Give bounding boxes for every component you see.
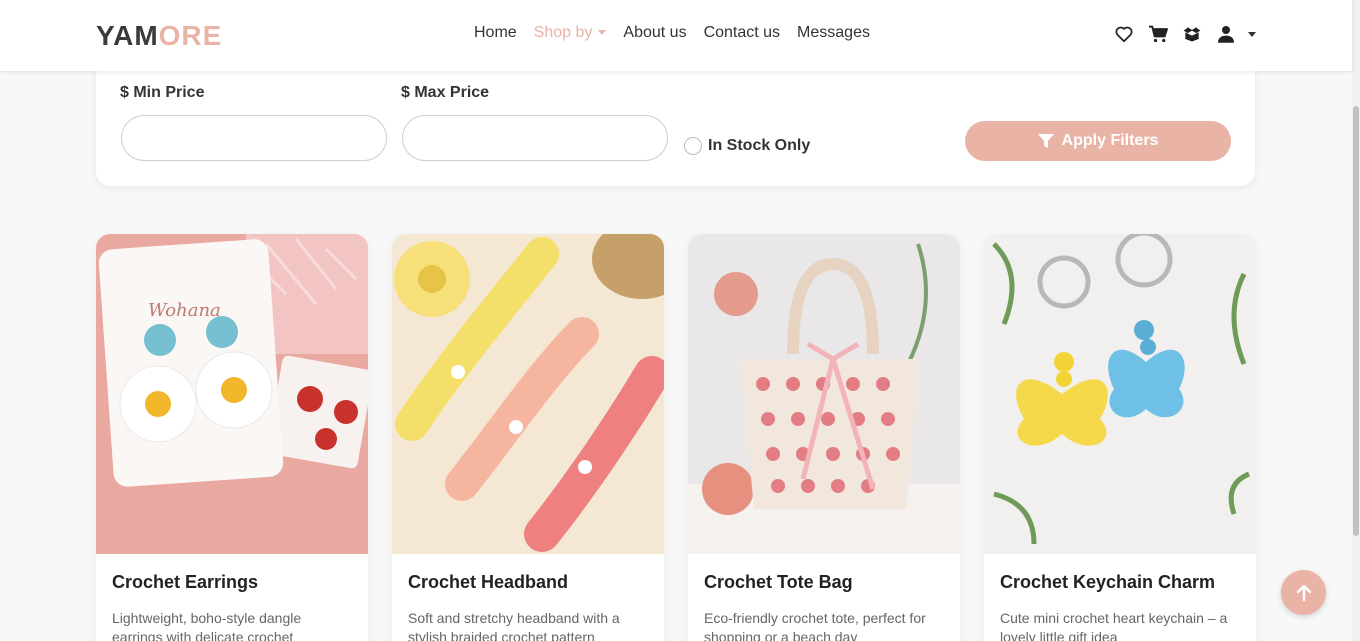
product-image-headband[interactable] — [392, 234, 664, 554]
brand-logo[interactable]: YAMORE — [96, 20, 222, 52]
apply-filters-label: Apply Filters — [1061, 132, 1159, 149]
nav-about[interactable]: About us — [623, 24, 686, 42]
product-title[interactable]: Crochet Headband — [408, 572, 568, 593]
back-to-top-button[interactable] — [1281, 570, 1326, 615]
page-scrollbar[interactable] — [1352, 0, 1360, 641]
product-card[interactable]: Wohana Crochet Earrings Lightweight, boh… — [96, 234, 368, 641]
apply-filters-button[interactable]: Apply Filters — [965, 121, 1231, 161]
navbar: YAMORE Home Shop by About us Contact us … — [0, 0, 1352, 71]
box-icon[interactable] — [1182, 24, 1202, 44]
min-price-input[interactable] — [121, 115, 387, 161]
brand-logo-part1: YAM — [96, 20, 159, 51]
filter-icon — [1037, 134, 1054, 148]
scrollbar-thumb[interactable] — [1353, 106, 1359, 536]
product-image-earrings[interactable]: Wohana — [96, 234, 368, 554]
nav-contact[interactable]: Contact us — [704, 24, 780, 42]
product-description: Soft and stretchy headband with a stylis… — [408, 610, 620, 641]
product-image-tote-bag[interactable] — [688, 234, 960, 554]
product-title[interactable]: Crochet Keychain Charm — [1000, 572, 1215, 593]
nav-messages[interactable]: Messages — [797, 24, 870, 42]
in-stock-label: In Stock Only — [708, 137, 811, 154]
user-menu-caret-icon[interactable] — [1248, 31, 1256, 37]
product-description: Lightweight, boho-style dangle earrings … — [112, 610, 302, 641]
nav-icons — [1114, 24, 1256, 44]
product-card[interactable]: Crochet Tote Bag Eco-friendly crochet to… — [688, 234, 960, 641]
heart-icon[interactable] — [1114, 24, 1134, 44]
max-price-input[interactable] — [402, 115, 668, 161]
max-price-label: $ Max Price — [401, 84, 490, 101]
product-card[interactable]: Crochet Keychain Charm Cute mini crochet… — [984, 234, 1256, 641]
nav-shop-by-label: Shop by — [533, 24, 593, 41]
nav-home[interactable]: Home — [474, 24, 517, 42]
in-stock-radio[interactable] — [684, 137, 702, 155]
nav-shop-by[interactable]: Shop by — [534, 24, 607, 42]
product-card[interactable]: Crochet Headband Soft and stretchy headb… — [392, 234, 664, 641]
product-image-keychain[interactable] — [984, 234, 1256, 554]
in-stock-toggle[interactable]: In Stock Only — [684, 137, 810, 155]
product-description: Eco-friendly crochet tote, perfect for s… — [704, 610, 926, 641]
product-title[interactable]: Crochet Earrings — [112, 572, 258, 593]
product-title[interactable]: Crochet Tote Bag — [704, 572, 853, 593]
product-description: Cute mini crochet heart keychain – a lov… — [1000, 610, 1228, 641]
brand-logo-part2: ORE — [158, 20, 223, 51]
chevron-down-icon — [598, 30, 607, 36]
filter-panel: $ Min Price $ Max Price In Stock Only Ap… — [96, 60, 1255, 186]
main-nav: Home Shop by About us Contact us Message… — [474, 24, 870, 42]
arrow-up-icon — [1296, 584, 1311, 601]
cart-icon[interactable] — [1148, 24, 1168, 44]
min-price-label: $ Min Price — [120, 84, 205, 101]
svg-text:Wohana: Wohana — [148, 300, 221, 321]
user-icon[interactable] — [1216, 24, 1236, 44]
